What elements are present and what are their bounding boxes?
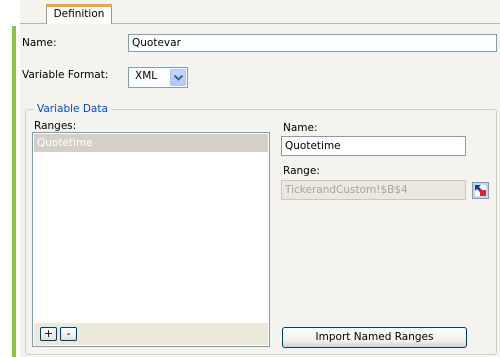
range-label: Range: bbox=[283, 165, 320, 177]
accent-bar bbox=[12, 26, 16, 357]
name-label: Name: bbox=[22, 37, 57, 49]
ranges-list-toolbar: + - bbox=[34, 323, 268, 345]
add-range-button[interactable]: + bbox=[40, 327, 57, 341]
ranges-label: Ranges: bbox=[34, 120, 77, 132]
range-picker-button[interactable] bbox=[472, 182, 489, 199]
list-item[interactable]: Quotetime bbox=[34, 134, 268, 152]
range-input: TickerandCustom!$B$4 bbox=[281, 180, 466, 200]
definition-panel: Name: Quotevar Variable Format: XML Vari… bbox=[20, 24, 500, 357]
tab-definition-label: Definition bbox=[53, 8, 105, 20]
tab-definition[interactable]: Definition bbox=[46, 4, 112, 25]
range-picker-icon bbox=[473, 183, 488, 198]
remove-range-button[interactable]: - bbox=[60, 327, 77, 341]
ranges-list[interactable]: Quotetime + - bbox=[32, 132, 270, 347]
left-margin bbox=[0, 0, 20, 357]
format-select-value: XML bbox=[135, 70, 158, 82]
detail-name-label: Name: bbox=[283, 122, 318, 134]
name-input[interactable]: Quotevar bbox=[128, 34, 497, 52]
format-label: Variable Format: bbox=[22, 69, 109, 81]
detail-name-input[interactable]: Quotetime bbox=[281, 136, 466, 156]
format-select[interactable]: XML bbox=[128, 67, 188, 88]
import-named-ranges-button[interactable]: Import Named Ranges bbox=[282, 327, 467, 348]
chevron-down-icon bbox=[174, 75, 183, 81]
tab-strip: Definition bbox=[20, 0, 500, 25]
variable-data-legend: Variable Data bbox=[34, 103, 111, 115]
format-dropdown-button[interactable] bbox=[170, 69, 186, 86]
